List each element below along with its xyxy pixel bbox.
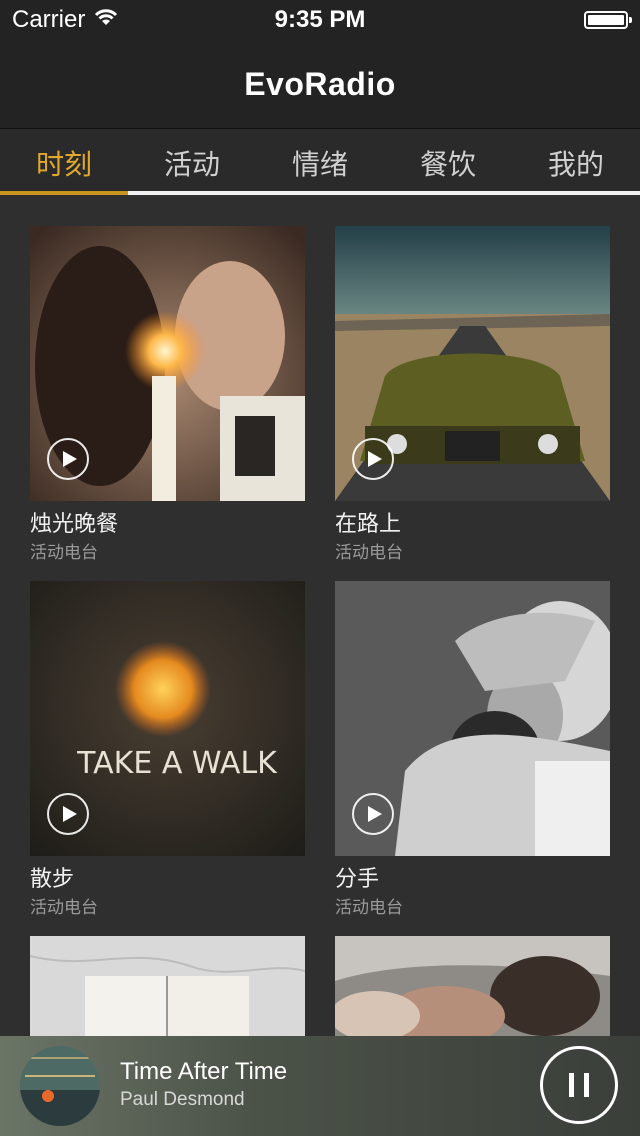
pause-icon-bar-right — [584, 1073, 589, 1097]
card-subtitle: 活动电台 — [335, 898, 403, 918]
tab-moment[interactable]: 时刻 — [0, 129, 128, 195]
play-icon[interactable] — [47, 438, 89, 480]
status-bar: Carrier 9:35 PM — [0, 0, 640, 40]
track-title: Time After Time — [120, 1058, 288, 1085]
tab-indicator-active — [0, 191, 128, 195]
station-card[interactable] — [30, 936, 305, 1036]
play-icon[interactable] — [352, 438, 394, 480]
card-subtitle: 活动电台 — [30, 898, 98, 918]
tab-indicator — [0, 191, 640, 195]
tab-mine[interactable]: 我的 — [512, 129, 640, 195]
station-card[interactable]: 分手 活动电台 — [335, 581, 610, 921]
card-title: 烛光晚餐 — [30, 512, 119, 537]
station-card[interactable]: 烛光晚餐 活动电台 — [30, 226, 305, 566]
card-subtitle: 活动电台 — [335, 543, 403, 563]
status-time: 9:35 PM — [274, 6, 366, 33]
page-title: EvoRadio — [244, 65, 396, 102]
album-art-image[interactable] — [20, 1046, 100, 1126]
card-title: 散步 — [30, 867, 75, 892]
card-title: 在路上 — [335, 512, 402, 537]
play-icon[interactable] — [47, 793, 89, 835]
tab-activity[interactable]: 活动 — [128, 129, 256, 195]
battery-icon — [584, 11, 632, 29]
pause-icon-bar-left — [569, 1073, 574, 1097]
station-card[interactable] — [335, 936, 610, 1036]
play-icon[interactable] — [352, 793, 394, 835]
card-image-caption: TAKE A WALK — [76, 746, 278, 781]
nav-bar: EvoRadio — [0, 40, 640, 129]
tab-mood[interactable]: 情绪 — [256, 129, 384, 195]
card-subtitle: 活动电台 — [30, 543, 98, 563]
track-artist: Paul Desmond — [120, 1089, 245, 1110]
pause-button[interactable] — [540, 1046, 618, 1124]
open-book-image — [30, 936, 305, 1036]
card-title: 分手 — [335, 867, 380, 892]
now-playing-bar[interactable]: Time After Time Paul Desmond — [0, 1036, 640, 1136]
tab-bar: 时刻 活动 情绪 餐饮 我的 — [0, 129, 640, 195]
station-card[interactable]: TAKE A WALK 散步 活动电台 — [30, 581, 305, 921]
station-card[interactable]: 在路上 活动电台 — [335, 226, 610, 566]
couple-bathtub-image — [335, 936, 610, 1036]
tab-dining[interactable]: 餐饮 — [384, 129, 512, 195]
